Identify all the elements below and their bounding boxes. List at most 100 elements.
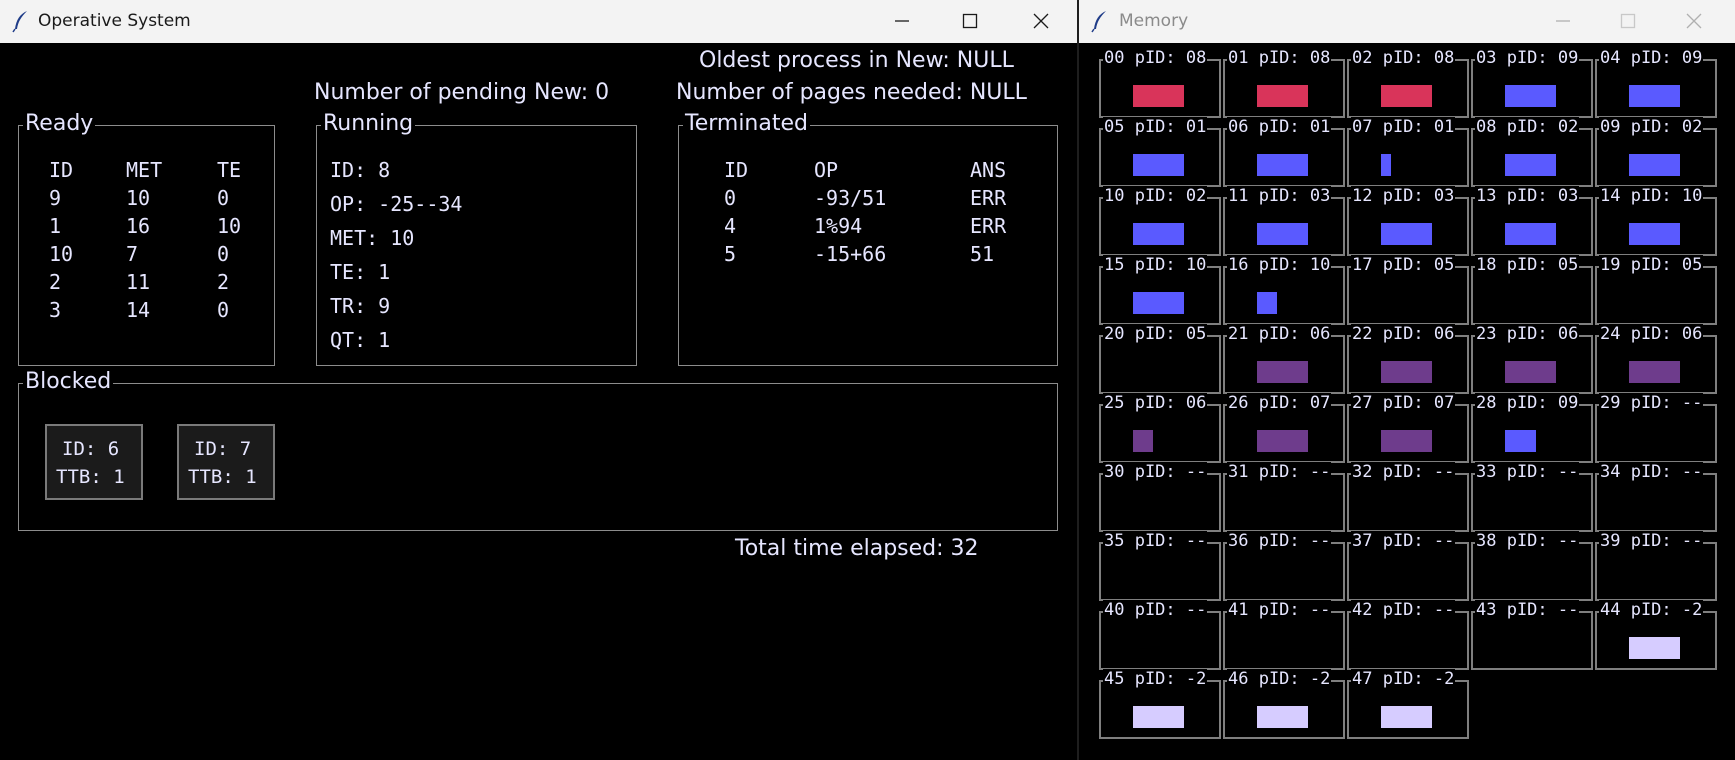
terminated-cell: 1%94 (814, 214, 863, 238)
memory-titlebar[interactable]: Memory (1079, 0, 1735, 43)
running-op: OP: -25--34 (330, 192, 463, 216)
memory-frame-label: 20 pID: 05 (1103, 324, 1208, 344)
memory-frame: 47 pID: -2 (1347, 669, 1469, 739)
memory-frame: 31 pID: -- (1223, 462, 1345, 532)
memory-frame-label: 35 pID: -- (1103, 531, 1208, 551)
memory-usage-bar (1505, 85, 1556, 107)
memory-frame: 02 pID: 08 (1347, 48, 1469, 118)
memory-usage-bar (1629, 223, 1680, 245)
memory-frame: 21 pID: 06 (1223, 324, 1345, 394)
running-met: MET: 10 (330, 226, 415, 250)
ready-cell: 10 (49, 242, 74, 266)
memory-frame: 01 pID: 08 (1223, 48, 1345, 118)
terminated-cell: ERR (970, 214, 1007, 238)
memory-frame-label: 34 pID: -- (1599, 462, 1704, 482)
memory-usage-bar (1505, 223, 1556, 245)
memory-usage-bar (1133, 223, 1184, 245)
memory-frame-label: 07 pID: 01 (1351, 117, 1456, 137)
memory-frame-label: 44 pID: -2 (1599, 600, 1704, 620)
memory-frame: 17 pID: 05 (1347, 255, 1469, 325)
memory-frame: 37 pID: -- (1347, 531, 1469, 601)
memory-frame-label: 41 pID: -- (1227, 600, 1332, 620)
memory-frame: 29 pID: -- (1595, 393, 1717, 463)
memory-usage-bar (1257, 223, 1308, 245)
terminated-title: Terminated (683, 111, 810, 136)
blocked-card-ttb: TTB: 1 (56, 466, 125, 488)
memory-usage-bar (1381, 154, 1391, 176)
memory-frame: 04 pID: 09 (1595, 48, 1717, 118)
blocked-process-card: ID: 7 TTB: 1 (177, 424, 275, 500)
memory-frame-label: 36 pID: -- (1227, 531, 1332, 551)
memory-usage-bar (1133, 154, 1184, 176)
memory-frame: 41 pID: -- (1223, 600, 1345, 670)
memory-usage-bar (1381, 361, 1432, 383)
minimize-button[interactable] (1534, 0, 1592, 43)
window-title: Operative System (38, 11, 191, 31)
ready-header-te: TE (217, 158, 242, 182)
memory-usage-bar (1133, 430, 1153, 452)
ready-header-id: ID (49, 158, 74, 182)
memory-frame-label: 27 pID: 07 (1351, 393, 1456, 413)
ready-panel: Ready ID MET TE 9 10 0 1 16 10 10 7 0 2 … (18, 112, 275, 366)
ready-cell: 16 (126, 214, 151, 238)
maximize-button[interactable] (941, 0, 999, 43)
memory-usage-bar (1133, 292, 1184, 314)
minimize-icon (1556, 20, 1570, 22)
memory-frame: 14 pID: 10 (1595, 186, 1717, 256)
memory-frame-label: 29 pID: -- (1599, 393, 1704, 413)
memory-frame-label: 00 pID: 08 (1103, 48, 1208, 68)
close-button[interactable] (1665, 0, 1723, 43)
terminated-panel: Terminated ID OP ANS 0 -93/51 ERR 4 1%94… (678, 112, 1058, 366)
memory-frame: 44 pID: -2 (1595, 600, 1717, 670)
memory-frame-label: 26 pID: 07 (1227, 393, 1332, 413)
operative-system-window: Operative System Oldest process in New: … (0, 0, 1077, 760)
minimize-icon (895, 20, 909, 22)
memory-frame-label: 21 pID: 06 (1227, 324, 1332, 344)
blocked-process-card: ID: 6 TTB: 1 (45, 424, 143, 500)
memory-usage-bar (1505, 430, 1536, 452)
close-icon (1686, 13, 1702, 29)
blocked-card-ttb: TTB: 1 (188, 466, 257, 488)
blocked-panel: Blocked ID: 6 TTB: 1 ID: 7 TTB: 1 (18, 370, 1058, 531)
memory-frame: 09 pID: 02 (1595, 117, 1717, 187)
memory-usage-bar (1257, 706, 1308, 728)
memory-frame: 06 pID: 01 (1223, 117, 1345, 187)
memory-frame-label: 37 pID: -- (1351, 531, 1456, 551)
memory-frame-label: 02 pID: 08 (1351, 48, 1456, 68)
memory-frame: 24 pID: 06 (1595, 324, 1717, 394)
memory-frame: 16 pID: 10 (1223, 255, 1345, 325)
memory-usage-bar (1629, 361, 1680, 383)
memory-frame-label: 45 pID: -2 (1103, 669, 1208, 689)
memory-frame-label: 11 pID: 03 (1227, 186, 1332, 206)
memory-frame: 30 pID: -- (1099, 462, 1221, 532)
terminated-cell: 4 (724, 214, 737, 238)
total-time-label: Total time elapsed: 32 (735, 536, 979, 561)
os-titlebar[interactable]: Operative System (0, 0, 1077, 43)
memory-usage-bar (1257, 85, 1308, 107)
memory-usage-bar (1381, 706, 1432, 728)
memory-frame: 23 pID: 06 (1471, 324, 1593, 394)
memory-frame-label: 42 pID: -- (1351, 600, 1456, 620)
memory-frame-label: 09 pID: 02 (1599, 117, 1704, 137)
blocked-card-id: ID: 6 (62, 438, 120, 460)
memory-frame: 12 pID: 03 (1347, 186, 1469, 256)
terminated-cell: -93/51 (814, 186, 887, 210)
memory-frame-label: 13 pID: 03 (1475, 186, 1580, 206)
close-button[interactable] (1012, 0, 1070, 43)
memory-frame-label: 06 pID: 01 (1227, 117, 1332, 137)
memory-usage-bar (1257, 361, 1308, 383)
minimize-button[interactable] (873, 0, 931, 43)
memory-usage-bar (1133, 706, 1184, 728)
memory-frame-label: 24 pID: 06 (1599, 324, 1704, 344)
ready-cell: 0 (217, 298, 230, 322)
memory-frame-label: 16 pID: 10 (1227, 255, 1332, 275)
memory-frame-label: 14 pID: 10 (1599, 186, 1704, 206)
memory-usage-bar (1381, 430, 1432, 452)
memory-frame-label: 39 pID: -- (1599, 531, 1704, 551)
maximize-button[interactable] (1599, 0, 1657, 43)
terminated-cell: 5 (724, 242, 737, 266)
memory-frame-label: 30 pID: -- (1103, 462, 1208, 482)
memory-frame: 33 pID: -- (1471, 462, 1593, 532)
memory-frame-label: 40 pID: -- (1103, 600, 1208, 620)
memory-frame: 28 pID: 09 (1471, 393, 1593, 463)
